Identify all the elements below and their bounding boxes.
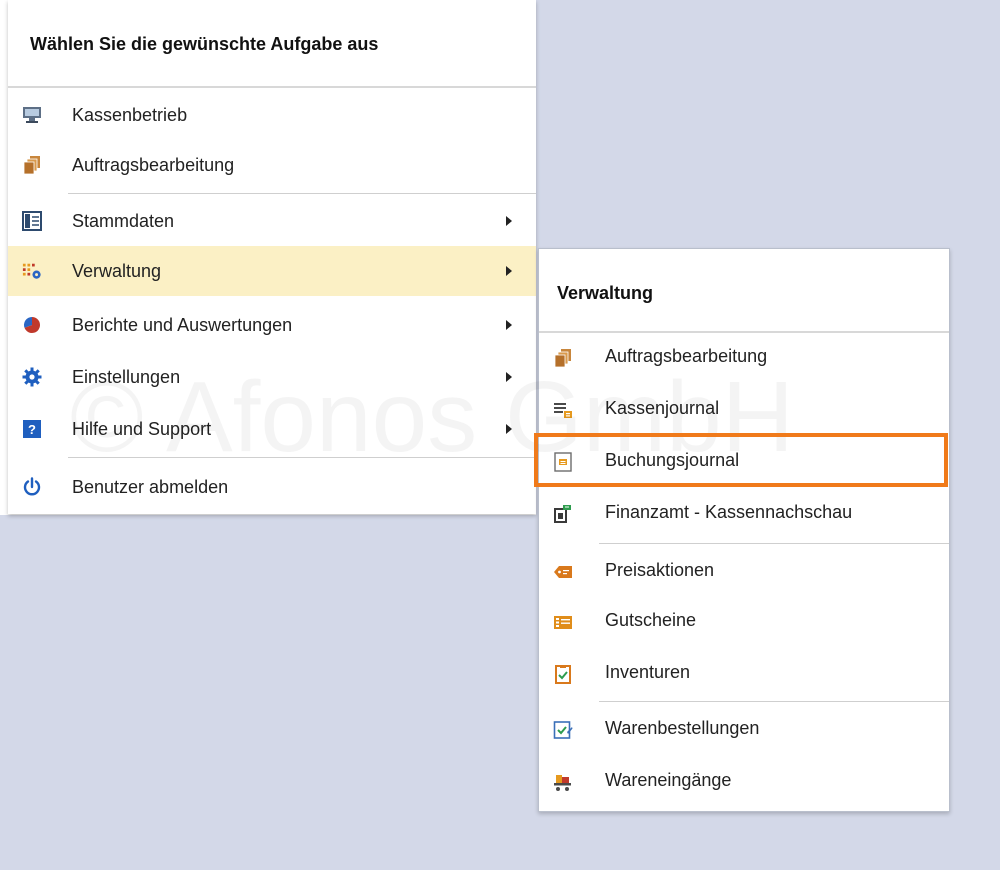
submenu-separator xyxy=(599,543,949,544)
submenu-item-label: Wareneingänge xyxy=(605,770,732,790)
submenu-item-finanzamt[interactable]: Finanzamt - Kassennachschau xyxy=(539,489,949,539)
submenu-item-kassenjournal[interactable]: Kassenjournal xyxy=(539,385,949,435)
submenu-arrow-icon xyxy=(506,372,512,382)
submenu-item-warenbestellungen[interactable]: Warenbestellungen xyxy=(539,705,949,755)
menu-item-berichte[interactable]: Berichte und Auswertungen xyxy=(8,300,536,350)
administration-icon xyxy=(22,261,42,281)
power-icon xyxy=(22,477,42,497)
menu-separator xyxy=(68,193,536,194)
cash-journal-icon xyxy=(553,400,573,420)
highlight-frame-buchungsjournal xyxy=(534,433,948,487)
price-tag-icon xyxy=(553,562,573,582)
submenu-item-preisaktionen[interactable]: Preisaktionen xyxy=(539,547,949,597)
menu-item-label: Einstellungen xyxy=(72,366,181,387)
menu-item-label: Auftragsbearbeitung xyxy=(72,154,235,175)
submenu-item-label: Inventuren xyxy=(605,662,691,682)
submenu-separator xyxy=(599,701,949,702)
submenu-item-label: Gutscheine xyxy=(605,610,697,630)
submenu-item-label: Kassenjournal xyxy=(605,398,720,418)
checklist-icon xyxy=(553,720,573,740)
menu-item-stammdaten[interactable]: Stammdaten xyxy=(8,196,536,246)
menu-title: Wählen Sie die gewünschte Aufgabe aus xyxy=(30,34,379,54)
submenu-item-inventuren[interactable]: Inventuren xyxy=(539,649,949,699)
task-menu: Wählen Sie die gewünschte Aufgabe aus Ka… xyxy=(8,0,536,514)
menu-separator xyxy=(68,457,536,458)
submenu-item-label: Preisaktionen xyxy=(605,560,715,580)
submenu-verwaltung: Verwaltung Auftragsbearbeitung Kassenjou… xyxy=(538,248,950,812)
submenu-arrow-icon xyxy=(506,424,512,434)
menu-item-label: Verwaltung xyxy=(72,260,162,281)
clipboard-icon xyxy=(553,664,573,684)
menu-item-label: Benutzer abmelden xyxy=(72,476,229,497)
orders-icon xyxy=(22,155,42,175)
menu-item-label: Stammdaten xyxy=(72,210,175,231)
menu-item-label: Berichte und Auswertungen xyxy=(72,314,293,335)
pie-chart-icon xyxy=(22,315,42,335)
submenu-item-label: Auftragsbearbeitung xyxy=(605,346,768,366)
help-icon: ? xyxy=(22,419,42,439)
submenu-item-wareneingaenge[interactable]: Wareneingänge xyxy=(539,757,949,807)
menu-item-auftragsbearbeitung[interactable]: Auftragsbearbeitung xyxy=(8,140,536,190)
submenu-item-label: Finanzamt - Kassennachschau xyxy=(605,502,853,522)
submenu-title: Verwaltung xyxy=(557,283,654,303)
cart-icon xyxy=(553,772,573,792)
menu-item-label: Hilfe und Support xyxy=(72,418,212,439)
header-divider xyxy=(8,86,536,88)
register-icon xyxy=(22,105,42,125)
tax-office-icon xyxy=(553,504,573,524)
menu-item-kassenbetrieb[interactable]: Kassenbetrieb xyxy=(8,90,536,140)
desktop-background-bottom xyxy=(0,515,536,870)
submenu-arrow-icon xyxy=(506,320,512,330)
submenu-arrow-icon xyxy=(506,216,512,226)
menu-item-einstellungen[interactable]: Einstellungen xyxy=(8,352,536,402)
submenu-item-gutscheine[interactable]: Gutscheine xyxy=(539,597,949,647)
submenu-item-label: Warenbestellungen xyxy=(605,718,760,738)
menu-item-verwaltung[interactable]: Verwaltung xyxy=(8,246,536,296)
svg-text:?: ? xyxy=(28,422,36,437)
orders-icon xyxy=(553,348,573,368)
menu-item-label: Kassenbetrieb xyxy=(72,104,188,125)
menu-item-abmelden[interactable]: Benutzer abmelden xyxy=(8,462,536,512)
submenu-item-auftragsbearbeitung[interactable]: Auftragsbearbeitung xyxy=(539,333,949,383)
voucher-icon xyxy=(553,612,573,632)
menu-item-hilfe[interactable]: ? Hilfe und Support xyxy=(8,404,536,454)
submenu-arrow-icon xyxy=(506,266,512,276)
master-data-icon xyxy=(22,211,42,231)
gear-icon xyxy=(22,367,42,387)
